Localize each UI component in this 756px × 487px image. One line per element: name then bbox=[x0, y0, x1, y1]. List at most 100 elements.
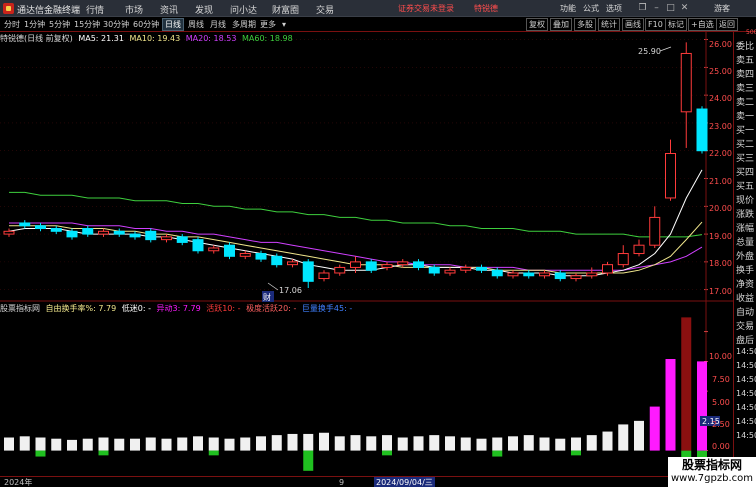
abnormal-bar bbox=[665, 359, 676, 451]
negative-bar bbox=[571, 450, 581, 456]
side-time: 14:50 bbox=[736, 431, 756, 440]
candle-down bbox=[523, 272, 535, 277]
candle-down bbox=[224, 244, 235, 257]
turnover-bar bbox=[287, 433, 298, 451]
high-mark-pointer bbox=[659, 46, 672, 52]
header-stock-name: 特锐德 bbox=[474, 4, 498, 13]
draw-line-button[interactable]: 画线 bbox=[622, 18, 644, 31]
turnover-bar bbox=[460, 437, 471, 451]
menu-discover[interactable]: 发现 bbox=[195, 3, 213, 16]
chart-area[interactable]: 25.90 17.06 财 2.15 bbox=[0, 32, 733, 476]
candle-down bbox=[129, 233, 141, 238]
candle-up bbox=[507, 272, 519, 277]
period-monthly[interactable]: 月线 bbox=[208, 18, 228, 31]
restore-icon[interactable]: ❐ bbox=[636, 2, 649, 14]
negative-bar bbox=[382, 450, 392, 456]
candle-up bbox=[397, 261, 409, 266]
watermark-title: 股票指标网 bbox=[681, 458, 742, 472]
event-flag[interactable]: 财 bbox=[263, 292, 271, 302]
candle-down bbox=[19, 222, 31, 227]
period-60min[interactable]: 60分钟 bbox=[131, 18, 161, 31]
candle-down bbox=[365, 261, 377, 271]
turnover-bar bbox=[492, 437, 503, 451]
indicator-name[interactable]: 股票指标网 bbox=[0, 304, 40, 313]
overlay-button[interactable]: 叠加 bbox=[550, 18, 572, 31]
period-daily[interactable]: 日线 bbox=[162, 18, 184, 31]
candle-down bbox=[428, 266, 440, 274]
side-time: 14:50 bbox=[736, 389, 756, 398]
menu-trade[interactable]: 交易 bbox=[316, 3, 334, 16]
turnover-legend: 自由换手率%: 7.79 bbox=[45, 304, 117, 313]
more-dropdown-icon[interactable]: ▾ bbox=[280, 18, 288, 31]
menu-function[interactable]: 功能 bbox=[560, 3, 576, 14]
multi-stock-button[interactable]: 多股 bbox=[574, 18, 596, 31]
period-more[interactable]: 更多 bbox=[258, 18, 278, 31]
candle-up bbox=[98, 230, 109, 235]
candle-down bbox=[476, 266, 487, 271]
quote-side-panel: 500 委比 卖五 卖四 卖三 卖二 卖一 买一 买二 买三 买四 买五 现价 … bbox=[733, 29, 756, 474]
menu-options[interactable]: 选项 bbox=[606, 3, 622, 14]
turnover-bar bbox=[334, 436, 345, 451]
menu-quotes[interactable]: 行情 bbox=[86, 3, 104, 16]
turnover-bar bbox=[4, 437, 14, 451]
date-year: 2024年 bbox=[4, 478, 33, 487]
side-label: 总量 bbox=[736, 238, 755, 248]
side-label[interactable]: 盘后 bbox=[736, 333, 756, 346]
candle-down bbox=[696, 108, 708, 152]
turnover-bar bbox=[271, 435, 282, 451]
add-watchlist-button[interactable]: +自选 bbox=[688, 18, 717, 31]
app-title: 通达信金融终端 bbox=[17, 6, 81, 16]
candle-up bbox=[334, 266, 346, 274]
turnover-bar bbox=[82, 438, 93, 451]
candle-down bbox=[271, 255, 283, 266]
menu-ask[interactable]: 问小达 bbox=[230, 3, 257, 16]
side-label[interactable]: 交易 bbox=[736, 319, 756, 332]
candle-up bbox=[633, 244, 645, 255]
period-timeshare[interactable]: 分时 bbox=[2, 18, 22, 31]
negative-bar bbox=[35, 450, 46, 457]
side-label: 现价 bbox=[736, 196, 755, 206]
close-icon[interactable]: ✕ bbox=[678, 2, 691, 14]
side-time: 14:50 bbox=[736, 375, 756, 384]
price-tick: 18.00 bbox=[709, 259, 732, 268]
back-button[interactable]: 返回 bbox=[716, 18, 738, 31]
huge-volume-legend: 巨量换手45: - bbox=[301, 304, 353, 313]
date-axis: 2024年 9 2024/09/04/三 bbox=[0, 476, 733, 487]
period-5min[interactable]: 5分钟 bbox=[47, 18, 72, 31]
menu-formula[interactable]: 公式 bbox=[583, 3, 599, 14]
side-top-number: 500 bbox=[746, 29, 756, 36]
menu-news[interactable]: 资讯 bbox=[160, 3, 178, 16]
guest-label[interactable]: 游客 bbox=[714, 3, 730, 14]
ma5-legend: MA5: 21.31 bbox=[78, 34, 124, 43]
adjust-button[interactable]: 复权 bbox=[526, 18, 548, 31]
maximize-icon[interactable]: □ bbox=[664, 2, 677, 14]
candle-down bbox=[192, 239, 204, 252]
period-multi[interactable]: 多周期 bbox=[230, 18, 258, 31]
period-1min[interactable]: 1分钟 bbox=[22, 18, 47, 31]
side-label[interactable]: 自动 bbox=[736, 305, 756, 318]
menu-market[interactable]: 市场 bbox=[125, 3, 143, 16]
period-weekly[interactable]: 周线 bbox=[186, 18, 206, 31]
mark-button[interactable]: 标记 bbox=[665, 18, 687, 31]
statistics-button[interactable]: 统计 bbox=[598, 18, 620, 31]
period-30min[interactable]: 30分钟 bbox=[101, 18, 131, 31]
turnover-bar bbox=[114, 438, 125, 451]
price-tick: 24.00 bbox=[709, 94, 732, 103]
turnover-bar bbox=[602, 431, 613, 451]
side-label: 收益 bbox=[736, 294, 755, 304]
f10-button[interactable]: F10 bbox=[645, 18, 666, 31]
period-15min[interactable]: 15分钟 bbox=[72, 18, 102, 31]
candle-down bbox=[176, 236, 188, 243]
indicator-legend: 股票指标网 自由换手率%: 7.79 低迷0: - 异动3: 7.79 活跃10… bbox=[0, 303, 355, 315]
turnover-bar bbox=[586, 435, 597, 451]
candle-down bbox=[413, 261, 424, 268]
candle-down bbox=[255, 253, 267, 260]
negative-bar bbox=[303, 450, 314, 471]
login-notice[interactable]: 证券交易未登录 bbox=[398, 3, 454, 14]
minimize-icon[interactable]: – bbox=[650, 2, 663, 14]
menu-wealth[interactable]: 财富圈 bbox=[272, 3, 299, 16]
date-selected: 2024/09/04/三 bbox=[374, 477, 435, 487]
candle-up bbox=[350, 261, 361, 268]
side-label: 净资 bbox=[736, 280, 755, 290]
indicator-tick: 7.50 bbox=[712, 375, 730, 384]
